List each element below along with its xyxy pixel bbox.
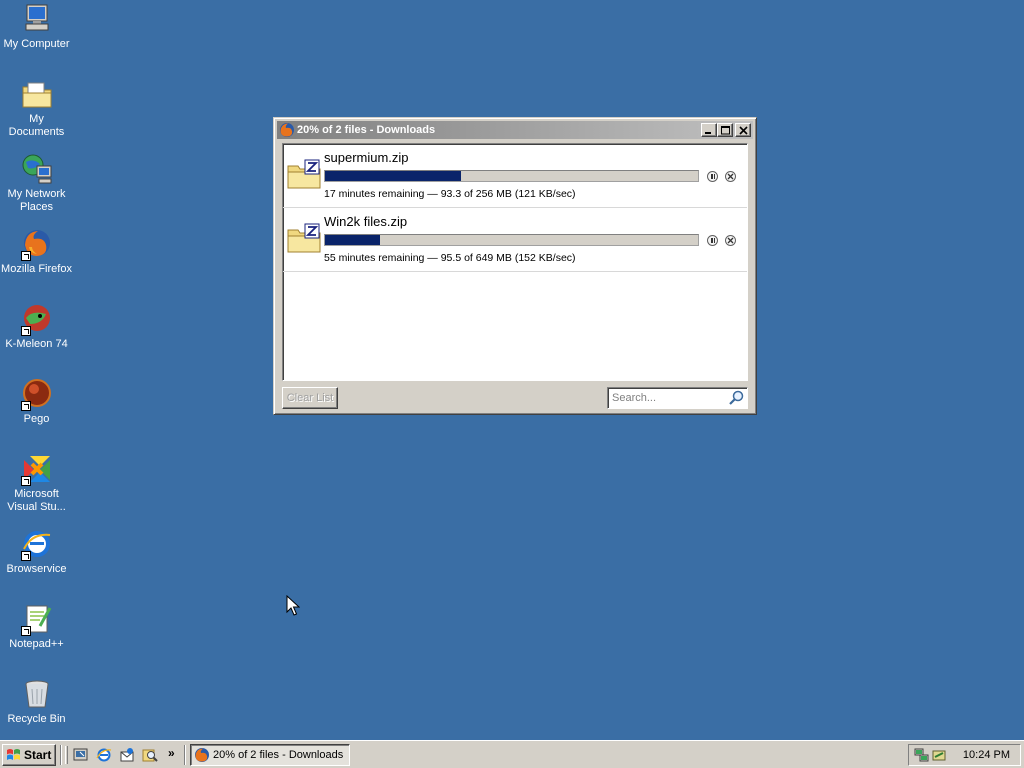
download-status: 17 minutes remaining — 93.3 of 256 MB (1… [324,188,576,200]
folder-documents-icon [20,77,54,111]
taskbar-button-label: 20% of 2 files - Downloads [213,749,344,761]
pego-icon [20,377,54,411]
desktop-icon-label: Browservice [6,563,67,575]
minimize-icon [705,132,711,134]
search-box[interactable] [607,387,748,409]
taskbar-separator [184,745,186,765]
title-bar[interactable]: 20% of 2 files - Downloads [277,121,753,139]
firefox-icon [20,227,54,261]
notepad-plus-plus-icon [20,602,54,636]
windows-logo-icon [7,749,20,760]
window-title: 20% of 2 files - Downloads [297,124,436,136]
desktop-icon-label: Notepad++ [9,638,64,650]
desktop-icon-label: My Network Places [7,188,66,213]
maximize-button[interactable] [717,123,733,137]
start-button[interactable]: Start [2,744,56,766]
download-status: 55 minutes remaining — 95.5 of 649 MB (1… [324,252,576,264]
desktop-icon-browservice[interactable]: Browservice [0,527,73,576]
downloads-list[interactable]: supermium.zip 17 minutes remaining — 93.… [282,143,748,381]
search-icon[interactable] [728,390,744,406]
explorer-search-icon[interactable] [142,747,158,763]
download-progress-bar [324,170,699,182]
mouse-pointer-icon [286,595,300,616]
firefox-icon [195,748,209,762]
shortcut-arrow-icon [20,551,31,561]
shortcut-arrow-icon [20,476,31,486]
minimize-button[interactable] [701,123,717,137]
download-item[interactable]: Win2k files.zip 55 minutes remaining — 9… [283,208,747,272]
desktop-icon-label: Microsoft Visual Stu... [7,488,66,513]
clear-list-button[interactable]: Clear List [282,387,338,409]
search-input[interactable] [612,391,722,405]
download-item[interactable]: supermium.zip 17 minutes remaining — 93.… [283,144,747,208]
desktop-icon-my-network-places[interactable]: My Network Places [0,152,73,214]
quick-launch-overflow-button[interactable]: » [168,746,175,760]
desktop-icon-my-computer[interactable]: My Computer [0,2,73,51]
desktop-icon-recycle-bin[interactable]: Recycle Bin [0,677,73,726]
maximize-icon [721,126,730,135]
browservice-icon [20,527,54,561]
shortcut-arrow-icon [20,401,31,411]
clock[interactable]: 10:24 PM [963,749,1010,761]
download-filename: supermium.zip [324,150,409,165]
zip-file-icon [287,159,321,189]
cancel-download-button[interactable] [725,235,736,246]
desktop-icon-k-meleon[interactable]: K-Meleon 74 [0,302,73,351]
desktop-icon-label: My Computer [3,38,70,50]
firefox-icon [280,123,294,137]
desktop-icon-mozilla-firefox[interactable]: Mozilla Firefox [0,227,73,276]
network-connection-icon[interactable] [914,747,930,763]
pause-button[interactable] [707,235,718,246]
outlook-express-icon[interactable] [119,747,135,763]
desktop-icon-notepad-plus-plus[interactable]: Notepad++ [0,602,73,651]
downloads-window[interactable]: 20% of 2 files - Downloads supermium.zip… [273,117,757,415]
desktop-icon-label: Mozilla Firefox [1,263,72,275]
start-label: Start [24,748,52,762]
zip-file-icon [287,223,321,253]
shortcut-arrow-icon [20,326,31,336]
shortcut-arrow-icon [20,251,31,261]
safely-remove-hardware-icon[interactable] [931,747,947,763]
desktop-icon-my-documents[interactable]: My Documents [0,77,73,139]
cancel-download-button[interactable] [725,171,736,182]
taskbar-separator [60,745,62,765]
shortcut-arrow-icon [20,626,31,636]
download-progress-bar [324,234,699,246]
desktop-icon-label: Pego [23,413,50,425]
taskbar-button-downloads[interactable]: 20% of 2 files - Downloads [190,744,350,766]
close-icon [739,126,748,135]
desktop-icon-label: K-Meleon 74 [5,338,68,350]
desktop-icon-visual-studio[interactable]: Microsoft Visual Stu... [0,452,73,514]
desktop-icon-label: Recycle Bin [7,713,66,725]
taskbar: Start » 20% of 2 files - Downloads 10:24… [0,740,1024,768]
desktop-icon-label: My Documents [8,113,65,138]
close-button[interactable] [735,123,751,137]
internet-explorer-icon[interactable] [96,747,112,763]
desktop-icon-pego[interactable]: Pego [0,377,73,426]
network-places-icon [20,152,54,186]
quick-launch-grip[interactable] [65,746,68,764]
download-filename: Win2k files.zip [324,214,408,229]
system-tray: 10:24 PM [908,744,1021,766]
recycle-bin-icon [20,677,54,711]
progress-fill [325,235,380,245]
visual-studio-icon [20,452,54,486]
cancel-icon [727,173,734,180]
show-desktop-icon[interactable] [73,747,89,763]
computer-icon [20,2,54,36]
cancel-icon [727,237,734,244]
progress-fill [325,171,461,181]
kmeleon-icon [20,302,54,336]
pause-button[interactable] [707,171,718,182]
